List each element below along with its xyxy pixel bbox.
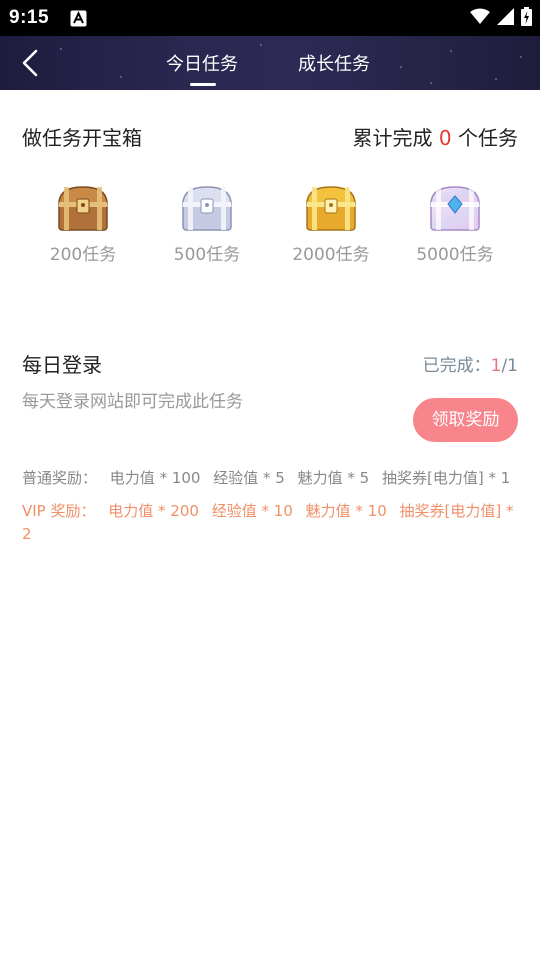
gold-chest-icon: [306, 186, 356, 231]
chest-500[interactable]: 500任务: [152, 184, 262, 265]
tab-today-tasks[interactable]: 今日任务: [166, 50, 238, 76]
treasure-section-title: 做任务开宝箱: [22, 126, 142, 150]
reward-item: 魅力值 * 10: [305, 502, 387, 520]
chest-5000[interactable]: 5000任务: [400, 184, 510, 265]
task-progress-prefix: 已完成：: [422, 356, 491, 376]
total-completed-suffix: 个任务: [451, 126, 518, 150]
tab-growth-tasks[interactable]: 成长任务: [298, 50, 370, 76]
status-bar: 9:15: [0, 0, 540, 36]
diamond-chest-icon: [430, 186, 480, 231]
total-completed-prefix: 累计完成: [352, 126, 439, 150]
chest-label: 5000任务: [416, 245, 494, 265]
status-time: 9:15: [9, 7, 50, 28]
back-button[interactable]: [14, 46, 48, 80]
reward-item: 经验值 * 5: [213, 469, 285, 487]
task-description: 每天登录网站即可完成此任务: [22, 392, 243, 412]
task-progress: 已完成：1/1: [423, 351, 518, 376]
claim-reward-button[interactable]: 领取奖励: [413, 398, 518, 442]
chest-label: 500任务: [173, 245, 241, 265]
active-tab-indicator: [190, 83, 216, 86]
chest-2000[interactable]: 2000任务: [276, 184, 386, 265]
vip-reward-line: VIP 奖励： 电力值 * 200 经验值 * 10 魅力值 * 10 抽奖券[…: [22, 500, 518, 546]
signal-icon: [497, 8, 514, 25]
normal-reward-line: 普通奖励： 电力值 * 100 经验值 * 5 魅力值 * 5 抽奖券[电力值]…: [22, 467, 510, 488]
reward-item: 电力值 * 200: [108, 502, 199, 520]
reward-item: 魅力值 * 5: [297, 469, 370, 487]
status-icons: [470, 7, 532, 26]
header: 今日任务 成长任务: [0, 36, 540, 90]
vip-reward-label: VIP 奖励：: [22, 502, 96, 520]
reward-item: 电力值 * 100: [109, 469, 201, 487]
chest-label: 200任务: [49, 245, 117, 265]
reward-item: 经验值 * 10: [211, 502, 293, 520]
chest-200[interactable]: 200任务: [28, 184, 138, 265]
task-title: 每日登录: [22, 353, 102, 377]
total-completed-count: 0: [438, 126, 452, 150]
battery-icon: [521, 7, 532, 26]
accessibility-notification-icon: [70, 10, 87, 27]
normal-reward-label: 普通奖励：: [22, 469, 98, 487]
total-completed: 累计完成 0 个任务: [353, 122, 518, 151]
chest-label: 2000任务: [292, 245, 370, 265]
silver-chest-icon: [182, 186, 232, 231]
wifi-icon: [470, 8, 490, 24]
bronze-chest-icon: [58, 186, 108, 231]
task-progress-total: /1: [501, 356, 518, 376]
task-progress-done: 1: [490, 356, 502, 376]
reward-item: 抽奖券[电力值] * 1: [382, 469, 511, 487]
